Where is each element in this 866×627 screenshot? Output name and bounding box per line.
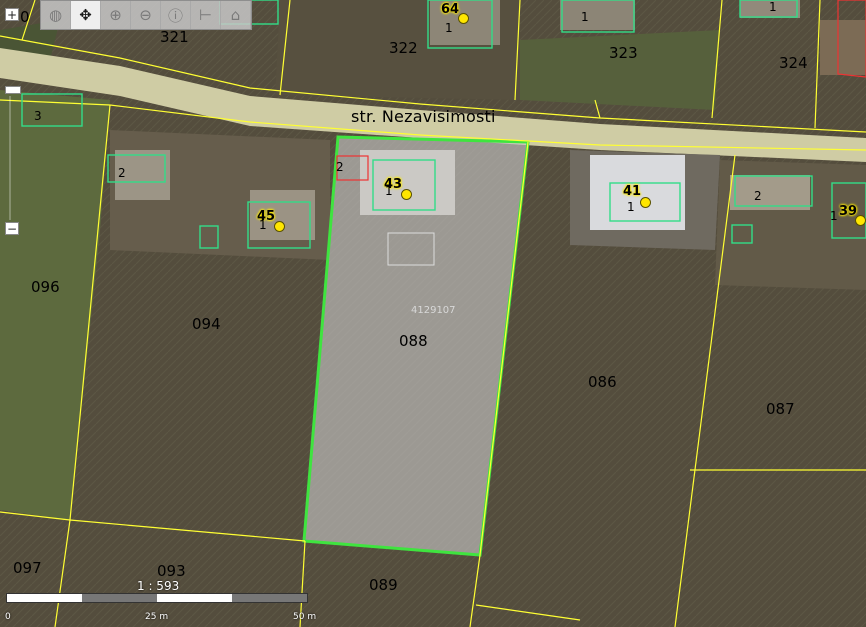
scale-tick-label: 25 m [145,612,169,622]
info-icon[interactable]: ⓘ [161,1,191,29]
address-point-marker[interactable] [274,221,285,232]
street-label: str. Nezavisimosti [351,107,496,126]
building-index-label: 1 [445,21,453,35]
building-index-label: 1 [385,184,393,198]
building-icon[interactable]: ⌂ [221,1,251,29]
building-index-label: 1 [830,209,838,223]
building-index-label: 1 [627,200,635,214]
parcel-label: 093 [157,562,186,580]
zoom-slider-handle[interactable] [5,86,21,94]
scale-segment [82,594,157,602]
house-number-label: 41 [623,184,642,199]
address-point-marker[interactable] [401,189,412,200]
parcel-label: 094 [192,315,221,333]
building-index-label: 2 [754,189,762,203]
parcel-label: 323 [609,44,638,62]
building-index-label: 2 [336,160,344,174]
address-point-marker[interactable] [458,13,469,24]
zoom-slider-track[interactable] [9,96,11,220]
house-number-label: 39 [839,204,858,219]
scale-tick-label: 50 m [293,612,317,622]
parcel-label: 324 [779,54,808,72]
parcel-label: 321 [160,28,189,46]
scale-segment [157,594,232,602]
globe-icon[interactable]: ◍ [41,1,71,29]
zoom-in-icon[interactable]: ⊕ [101,1,131,29]
parcel-label: 089 [369,576,398,594]
zoom-out-icon[interactable]: ⊖ [131,1,161,29]
map-viewport[interactable]: str. Nezavisimosti 4129107 321 322 323 3… [0,0,866,627]
map-toolbar: ◍ ✥ ⊕ ⊖ ⓘ ⊢ ⌂ [40,0,252,30]
building-index-label: 1 [769,0,777,14]
building-index-label: 3 [34,109,42,123]
parcel-label: 088 [399,332,428,350]
scale-ratio-label: 1 : 593 [137,579,180,593]
parcel-label: 096 [31,278,60,296]
parcel-label: 322 [389,39,418,57]
address-point-marker[interactable] [640,197,651,208]
parcel-label: 0 [20,8,30,26]
measure-icon[interactable]: ⊢ [191,1,221,29]
scale-bar [6,593,308,603]
scale-segment [7,594,82,602]
address-point-marker[interactable] [855,215,866,226]
parcel-label: 087 [766,400,795,418]
zoom-in-button[interactable]: + [5,8,19,21]
zoom-out-button[interactable]: − [5,222,19,235]
scale-tick-label: 0 [5,612,11,622]
parcel-label: 097 [13,559,42,577]
building-index-label: 2 [118,166,126,180]
house-number-label: 64 [441,2,460,17]
cadastral-id-label: 4129107 [411,305,456,316]
parcel-label: 086 [588,373,617,391]
scale-segment [232,594,307,602]
building-index-label: 1 [259,218,267,232]
building-index-label: 1 [581,10,589,24]
pan-icon[interactable]: ✥ [71,1,101,29]
